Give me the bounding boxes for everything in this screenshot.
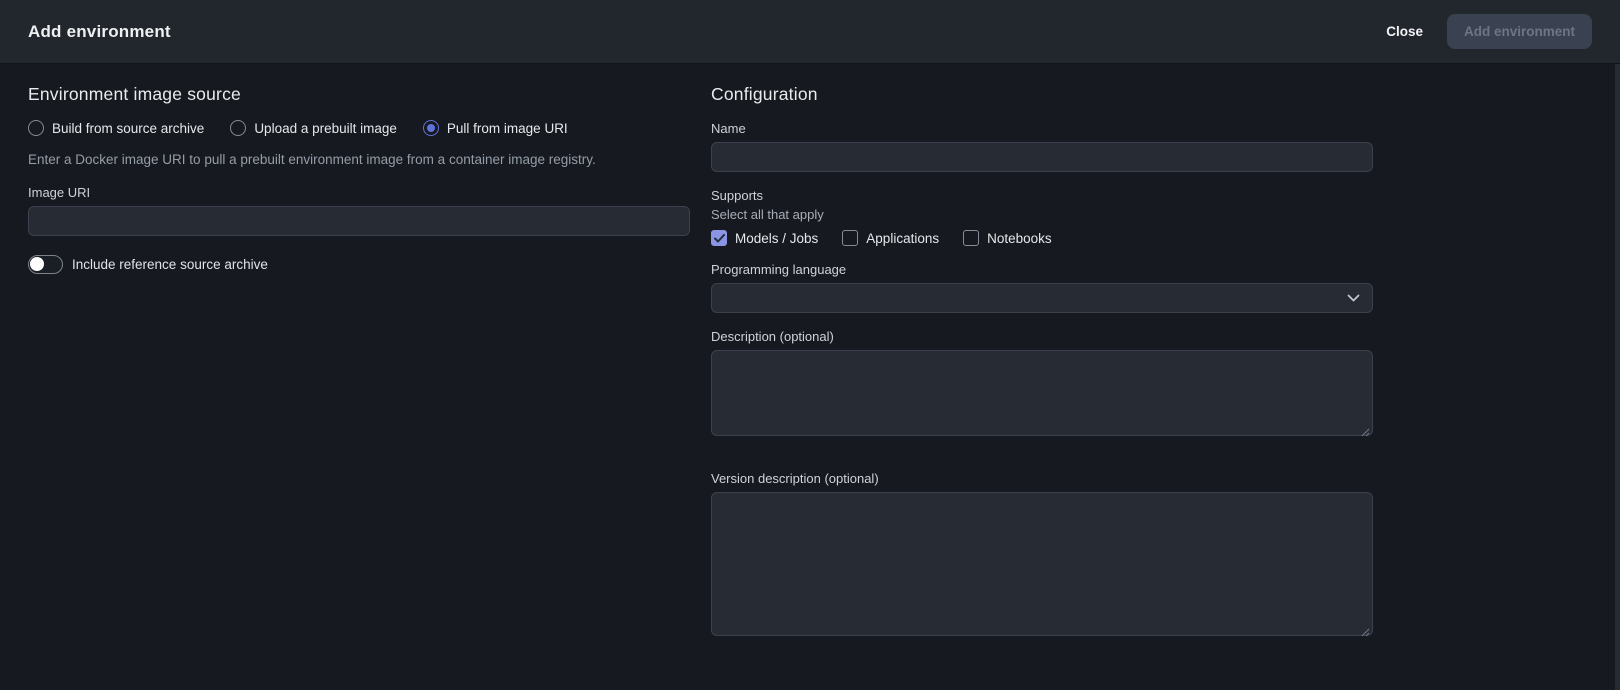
- configuration-section: Configuration Name Supports Select all t…: [711, 84, 1373, 641]
- radio-label: Upload a prebuilt image: [254, 121, 397, 136]
- checkbox-unchecked-icon: [842, 230, 858, 246]
- image-source-section: Environment image source Build from sour…: [28, 84, 690, 641]
- include-reference-archive-toggle[interactable]: [28, 255, 63, 274]
- checkbox-unchecked-icon: [963, 230, 979, 246]
- radio-build-from-source-archive[interactable]: Build from source archive: [28, 120, 204, 136]
- version-description-label: Version description (optional): [711, 471, 1373, 486]
- radio-dot: [427, 124, 435, 132]
- radio-label: Pull from image URI: [447, 121, 568, 136]
- supports-checkbox-group: Models / Jobs Applications Notebooks: [711, 230, 1373, 246]
- close-button[interactable]: Close: [1376, 16, 1433, 47]
- reference-archive-toggle-row: Include reference source archive: [28, 255, 690, 274]
- supports-hint: Select all that apply: [711, 207, 1373, 222]
- radio-pull-from-image-uri[interactable]: Pull from image URI: [423, 120, 568, 136]
- version-description-textarea[interactable]: [711, 492, 1373, 636]
- checkbox-notebooks[interactable]: Notebooks: [963, 230, 1052, 246]
- checkbox-checked-icon: [711, 230, 727, 246]
- image-source-radio-group: Build from source archive Upload a prebu…: [28, 120, 690, 136]
- image-uri-input[interactable]: [28, 206, 690, 236]
- radio-upload-prebuilt-image[interactable]: Upload a prebuilt image: [230, 120, 397, 136]
- toggle-knob: [30, 257, 44, 271]
- checkbox-applications[interactable]: Applications: [842, 230, 939, 246]
- dialog-body: Environment image source Build from sour…: [0, 64, 1620, 641]
- name-label: Name: [711, 121, 1373, 136]
- check-icon: [714, 234, 725, 243]
- description-textarea-wrap: [711, 344, 1373, 441]
- configuration-heading: Configuration: [711, 84, 1373, 105]
- description-label: Description (optional): [711, 329, 1373, 344]
- checkbox-models-jobs[interactable]: Models / Jobs: [711, 230, 818, 246]
- supports-label: Supports: [711, 188, 1373, 203]
- radio-unselected-icon: [230, 120, 246, 136]
- scrollbar-track[interactable]: [1615, 64, 1620, 690]
- checkbox-label: Applications: [866, 231, 939, 246]
- chevron-down-icon: [1347, 294, 1360, 302]
- toggle-label: Include reference source archive: [72, 257, 268, 272]
- programming-language-label: Programming language: [711, 262, 1373, 277]
- radio-selected-icon: [423, 120, 439, 136]
- dialog-header: Add environment Close Add environment: [0, 0, 1620, 64]
- description-textarea[interactable]: [711, 350, 1373, 436]
- add-environment-button[interactable]: Add environment: [1447, 14, 1592, 49]
- image-source-help-text: Enter a Docker image URI to pull a prebu…: [28, 152, 690, 167]
- page-title: Add environment: [28, 22, 171, 42]
- header-actions: Close Add environment: [1376, 14, 1592, 49]
- radio-label: Build from source archive: [52, 121, 204, 136]
- checkbox-label: Notebooks: [987, 231, 1052, 246]
- version-description-textarea-wrap: [711, 486, 1373, 641]
- radio-unselected-icon: [28, 120, 44, 136]
- checkbox-label: Models / Jobs: [735, 231, 818, 246]
- image-uri-label: Image URI: [28, 185, 690, 200]
- programming-language-select[interactable]: [711, 283, 1373, 313]
- name-input[interactable]: [711, 142, 1373, 172]
- image-source-heading: Environment image source: [28, 84, 690, 105]
